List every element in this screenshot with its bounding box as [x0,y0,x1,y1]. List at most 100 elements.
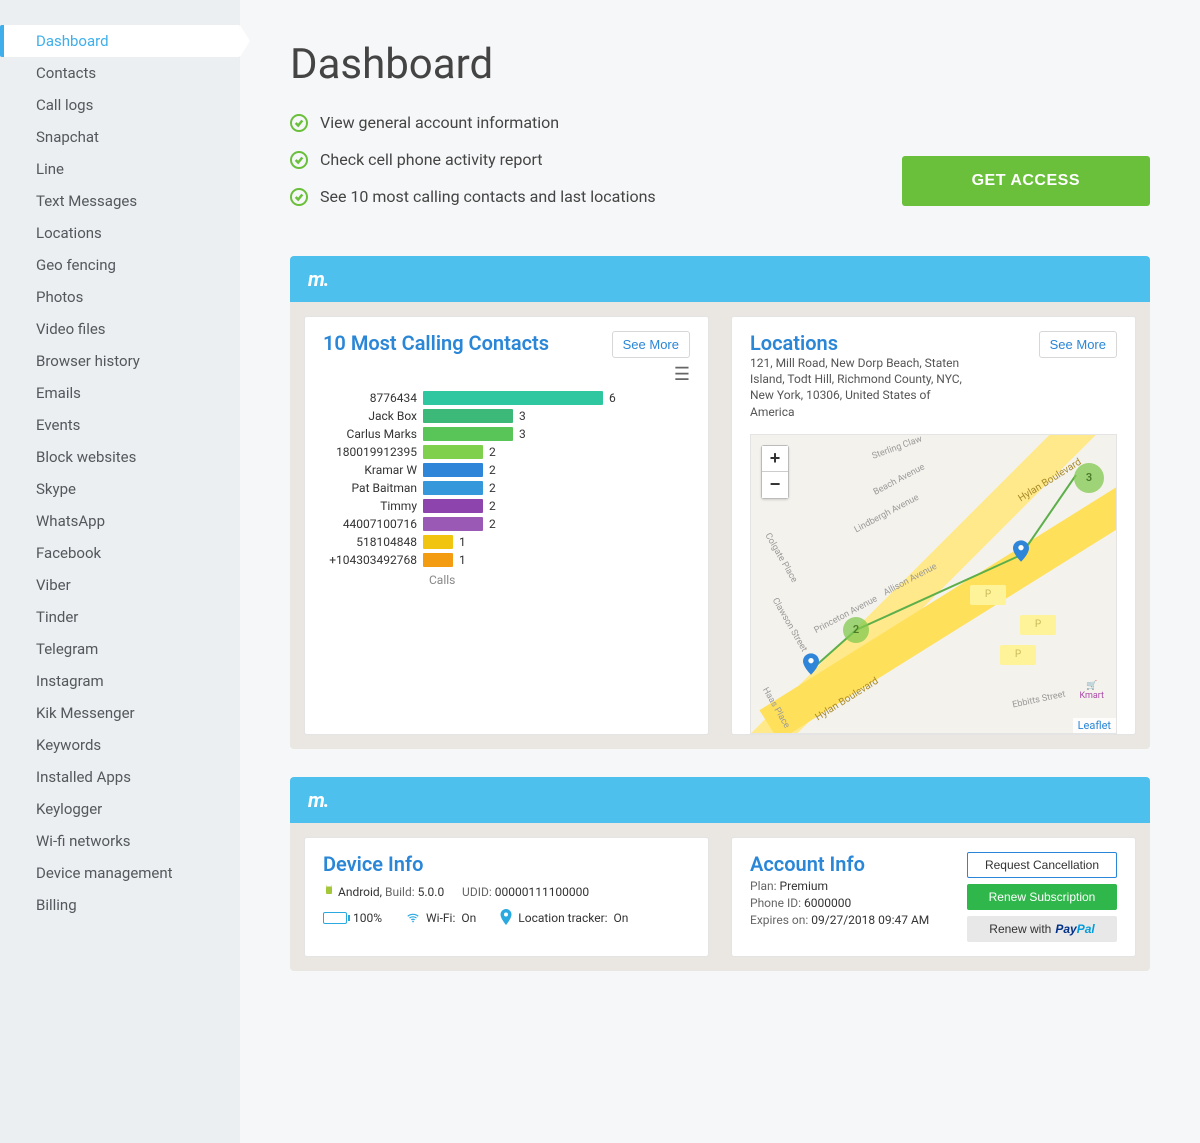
sidebar-item-snapchat[interactable]: Snapchat [0,121,240,153]
map[interactable]: Hylan Boulevard Hylan Boulevard Sterling… [750,434,1117,734]
sidebar-item-emails[interactable]: Emails [0,377,240,409]
sidebar-item-block-websites[interactable]: Block websites [0,441,240,473]
renew-with-paypal-button[interactable]: Renew with PayPal [967,916,1117,942]
feature-bullet: Check cell phone activity report [290,150,656,169]
chart-label: Carlus Marks [323,427,423,441]
chart-row: +1043034927681 [323,553,690,567]
chart-row: 8776434 6 [323,391,690,405]
chart-value: 2 [489,481,496,495]
sidebar-item-browser-history[interactable]: Browser history [0,345,240,377]
chart-row: 1800199123952 [323,445,690,459]
chart-bar [423,391,603,405]
see-more-locations-button[interactable]: See More [1039,331,1117,358]
page-title: Dashboard [290,40,1150,89]
chart-menu-icon[interactable]: ☰ [323,364,690,385]
sidebar-item-skype[interactable]: Skype [0,473,240,505]
sidebar-item-geo-fencing[interactable]: Geo fencing [0,249,240,281]
chart-bar [423,463,483,477]
card-top-contacts: 10 Most Calling Contacts See More ☰ 8776… [304,316,709,735]
logo-icon: m. [308,267,328,291]
main-content: Dashboard View general account informati… [240,0,1200,1143]
sidebar-item-photos[interactable]: Photos [0,281,240,313]
zoom-out-button[interactable]: − [762,472,788,498]
panel-info: m. Device Info Android, Build: 5.0.0 UDI… [290,777,1150,971]
chart-value: 1 [459,553,466,567]
map-cluster[interactable]: 3 [1074,463,1104,493]
see-more-contacts-button[interactable]: See More [612,331,690,358]
feature-bullets: View general account information Check ce… [290,113,656,206]
card-device-info: Device Info Android, Build: 5.0.0 UDID: … [304,837,709,957]
sidebar-item-instagram[interactable]: Instagram [0,665,240,697]
battery-icon [323,912,347,924]
panel-bar: m. [290,256,1150,302]
feature-bullet: See 10 most calling contacts and last lo… [290,187,656,206]
device-info-title: Device Info [323,852,690,876]
chart-row: 5181048481 [323,535,690,549]
sidebar-item-wi-fi-networks[interactable]: Wi-fi networks [0,825,240,857]
location-address: 121, Mill Road, New Dorp Beach, Staten I… [750,355,970,420]
get-access-button[interactable]: GET ACCESS [902,156,1150,206]
chart-label: Pat Baitman [323,481,423,495]
locations-title: Locations [750,331,970,355]
sidebar-item-keylogger[interactable]: Keylogger [0,793,240,825]
sidebar-item-tinder[interactable]: Tinder [0,601,240,633]
chart-label: 518104848 [323,535,423,549]
account-info-title: Account Info [750,852,949,876]
sidebar-item-kik-messenger[interactable]: Kik Messenger [0,697,240,729]
chart-label: 8776434 [323,391,423,405]
sidebar-item-viber[interactable]: Viber [0,569,240,601]
chart-value: 6 [609,391,616,405]
feature-bullet: View general account information [290,113,656,132]
battery-stat: 100% [323,911,382,925]
chart-row: Pat Baitman 2 [323,481,690,495]
map-pin-icon [1013,540,1029,562]
renew-subscription-button[interactable]: Renew Subscription [967,884,1117,910]
sidebar-item-events[interactable]: Events [0,409,240,441]
chart-row: 44007100716 2 [323,517,690,531]
android-icon [323,884,335,896]
zoom-in-button[interactable]: + [762,446,788,472]
chart-label: Jack Box [323,409,423,423]
wifi-stat: Wi-Fi: On [406,911,476,925]
sidebar-item-call-logs[interactable]: Call logs [0,89,240,121]
chart-value: 2 [489,463,496,477]
sidebar-item-locations[interactable]: Locations [0,217,240,249]
sidebar-item-device-management[interactable]: Device management [0,857,240,889]
location-icon [500,909,512,928]
kmart-poi: 🛒Kmart [1079,681,1104,701]
chart-row: Timmy 2 [323,499,690,513]
sidebar-item-contacts[interactable]: Contacts [0,57,240,89]
request-cancellation-button[interactable]: Request Cancellation [967,852,1117,878]
chart-bar [423,499,483,513]
chart-bar [423,481,483,495]
check-icon [290,188,308,206]
sidebar-item-telegram[interactable]: Telegram [0,633,240,665]
sidebar-item-line[interactable]: Line [0,153,240,185]
chart-label: Kramar W [323,463,423,477]
chart-axis-label: Calls [429,573,690,587]
sidebar-item-installed-apps[interactable]: Installed Apps [0,761,240,793]
sidebar-item-video-files[interactable]: Video files [0,313,240,345]
chart-value: 2 [489,517,496,531]
chart-bar [423,409,513,423]
sidebar-item-dashboard[interactable]: Dashboard [0,25,240,57]
sidebar-item-text-messages[interactable]: Text Messages [0,185,240,217]
leaflet-attribution[interactable]: Leaflet [1073,718,1116,733]
chart-bar [423,535,453,549]
chart-value: 3 [519,427,526,441]
chart-row: Carlus Marks 3 [323,427,690,441]
sidebar-item-facebook[interactable]: Facebook [0,537,240,569]
check-icon [290,114,308,132]
sidebar-item-whatsapp[interactable]: WhatsApp [0,505,240,537]
sidebar: DashboardContactsCall logsSnapchatLineTe… [0,0,240,1143]
sidebar-item-billing[interactable]: Billing [0,889,240,921]
chart-bar [423,517,483,531]
chart-label: 44007100716 [323,517,423,531]
chart-value: 2 [489,499,496,513]
chart-label: Timmy [323,499,423,513]
sidebar-item-keywords[interactable]: Keywords [0,729,240,761]
chart-row: Kramar W 2 [323,463,690,477]
map-cluster[interactable]: 2 [843,617,869,643]
chart-value: 2 [489,445,496,459]
chart-value: 3 [519,409,526,423]
